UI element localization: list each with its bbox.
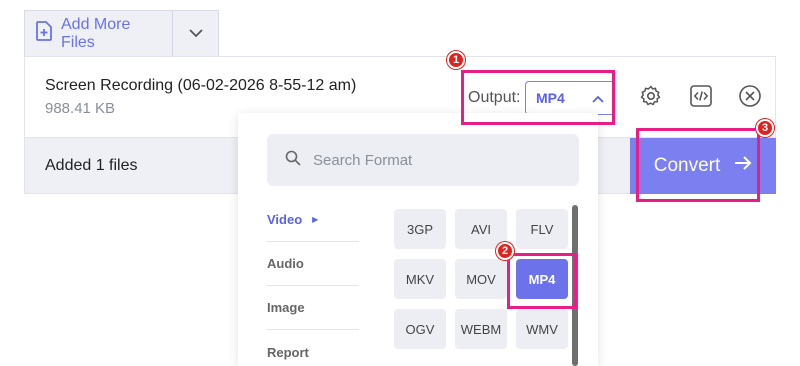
settings-button[interactable] [636, 83, 666, 113]
category-image-label: Image [267, 300, 305, 315]
highlight-mp4-format [507, 253, 577, 309]
file-size: 988.41 KB [45, 100, 116, 117]
category-audio[interactable]: Audio [267, 242, 359, 286]
gear-icon [639, 84, 663, 113]
format-flv[interactable]: FLV [516, 209, 568, 249]
step-badge-1: 1 [447, 51, 465, 69]
add-more-files-label: Add More Files [61, 15, 131, 51]
highlight-convert-button [636, 128, 760, 202]
add-files-bar: Add More Files [24, 10, 219, 56]
close-circle-icon [738, 84, 762, 113]
category-video[interactable]: Video ▶ [267, 198, 359, 242]
format-dropdown: Video ▶ Audio Image Report 3GP AVI FLV M… [238, 113, 598, 366]
add-more-files-button[interactable]: Add More Files [25, 11, 173, 56]
add-files-dropdown-toggle[interactable] [173, 11, 218, 56]
format-mov[interactable]: MOV [455, 259, 507, 299]
category-image[interactable]: Image [267, 286, 359, 330]
format-3gp[interactable]: 3GP [394, 209, 446, 249]
category-audio-label: Audio [267, 256, 304, 271]
format-webm[interactable]: WEBM [455, 309, 507, 349]
chevron-down-icon [188, 25, 203, 43]
format-mkv[interactable]: MKV [394, 259, 446, 299]
caret-right-icon: ▶ [312, 215, 319, 224]
format-wmv[interactable]: WMV [516, 309, 568, 349]
embed-code-button[interactable] [686, 83, 716, 113]
file-name: Screen Recording (06-02-2026 8-55-12 am) [45, 77, 357, 94]
code-icon [689, 84, 713, 113]
category-report-label: Report [267, 344, 309, 360]
step-badge-3: 3 [756, 119, 774, 137]
step-badge-2: 2 [496, 242, 514, 260]
category-report[interactable]: Report [267, 330, 359, 366]
format-search-box[interactable] [267, 134, 579, 186]
search-icon [285, 150, 301, 171]
format-ogv[interactable]: OGV [394, 309, 446, 349]
highlight-output-select [461, 70, 615, 125]
category-video-label: Video [267, 212, 303, 227]
add-file-icon [35, 21, 53, 46]
added-files-count: Added 1 files [45, 157, 138, 174]
remove-file-button[interactable] [735, 83, 765, 113]
format-search-input[interactable] [313, 151, 553, 169]
